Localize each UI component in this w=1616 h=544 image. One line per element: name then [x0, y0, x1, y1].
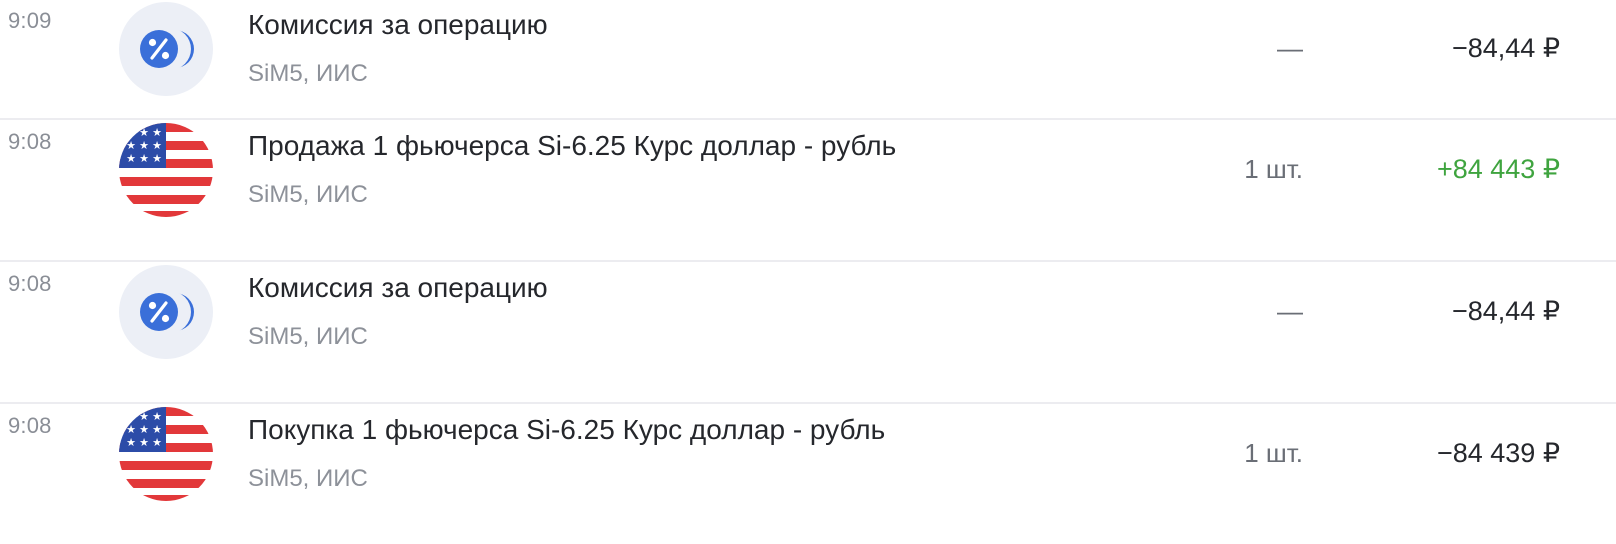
svg-text:★: ★ [152, 423, 162, 436]
operation-subtitle: SiM5, ИИС [248, 323, 368, 350]
percent-coin-icon [119, 2, 213, 96]
us-flag-icon: ★ ★ ★ ★ ★ ★ ★ ★ ★ [119, 407, 213, 501]
operation-subtitle: SiM5, ИИС [248, 60, 368, 87]
operation-subtitle: SiM5, ИИС [248, 465, 368, 492]
svg-text:★: ★ [126, 436, 136, 449]
operation-title: Комиссия за операцию [248, 9, 548, 40]
svg-text:★: ★ [126, 139, 136, 152]
svg-text:★: ★ [139, 410, 149, 423]
operation-time: 9:08 [8, 413, 52, 438]
operation-row[interactable]: 9:08 Комиссия за операцию SiM5, ИИС — −8… [0, 262, 1616, 404]
operation-title: Комиссия за операцию [248, 272, 548, 303]
svg-text:★: ★ [139, 423, 149, 436]
operation-row[interactable]: 9:08 ★ ★ ★ ★ ★ ★ ★ ★ ★ Покупка 1 фьючерса Si-6… [0, 404, 1616, 544]
operation-amount: −84,44 ₽ [1451, 296, 1560, 326]
operation-time: 9:08 [8, 129, 52, 154]
svg-text:★: ★ [152, 410, 162, 423]
svg-text:★: ★ [126, 410, 136, 423]
operation-title: Продажа 1 фьючерса Si-6.25 Курс доллар -… [248, 130, 897, 161]
operation-title: Покупка 1 фьючерса Si-6.25 Курс доллар -… [248, 414, 886, 445]
operation-quantity: 1 шт. [1244, 154, 1303, 184]
svg-text:★: ★ [126, 152, 136, 165]
operation-amount: −84 439 ₽ [1436, 438, 1560, 468]
svg-text:★: ★ [152, 139, 162, 152]
svg-text:★: ★ [152, 126, 162, 139]
operation-amount: −84,44 ₽ [1451, 33, 1560, 63]
svg-text:★: ★ [139, 139, 149, 152]
operation-time: 9:08 [8, 271, 52, 296]
svg-text:★: ★ [126, 423, 136, 436]
svg-text:★: ★ [139, 436, 149, 449]
operation-amount: +84 443 ₽ [1436, 154, 1560, 184]
operation-quantity: — [1277, 296, 1303, 326]
operation-quantity: — [1277, 33, 1303, 63]
operations-list: 9:09 Комиссия за операцию SiM5, ИИС — −8… [0, 0, 1616, 544]
svg-text:★: ★ [126, 126, 136, 139]
operation-quantity: 1 шт. [1244, 438, 1303, 468]
svg-text:★: ★ [139, 152, 149, 165]
operation-row[interactable]: 9:08 ★ ★ ★ ★ ★ ★ ★ ★ ★ Продажа 1 фьючерса Si-6… [0, 120, 1616, 262]
us-flag-icon: ★ ★ ★ ★ ★ ★ ★ ★ ★ [119, 123, 213, 217]
operation-time: 9:09 [8, 8, 52, 33]
operation-subtitle: SiM5, ИИС [248, 181, 368, 208]
svg-text:★: ★ [152, 152, 162, 165]
svg-text:★: ★ [139, 126, 149, 139]
svg-text:★: ★ [152, 436, 162, 449]
percent-coin-icon [119, 265, 213, 359]
